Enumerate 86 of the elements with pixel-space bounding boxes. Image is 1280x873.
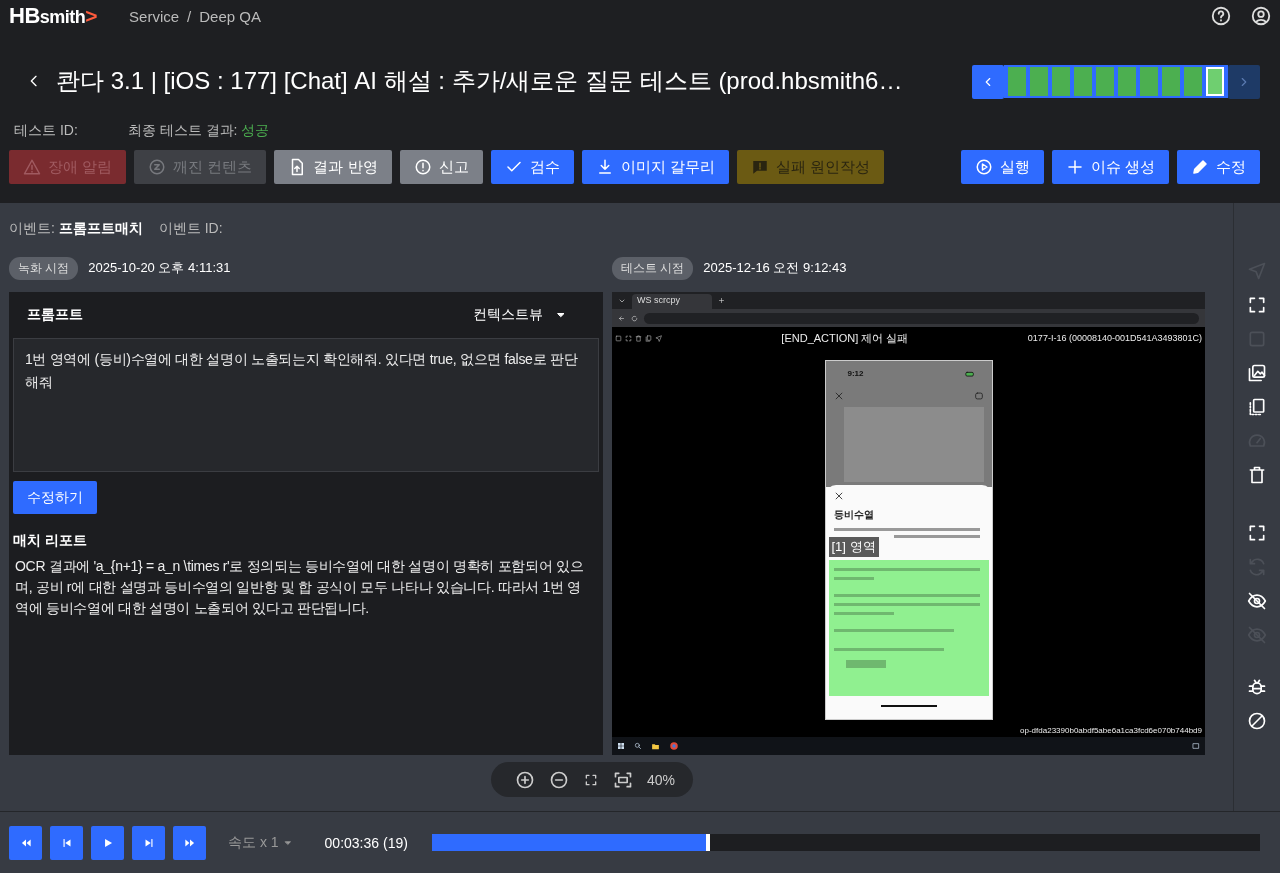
close-icon bbox=[833, 391, 844, 401]
step-marker[interactable] bbox=[1008, 66, 1026, 96]
report-text: OCR 결과에 'a_{n+1} = a_n \times r'로 정의되는 등비수열에 대한 설명이 명확히 포함되어 있으며, 공비 r에 대한 설명과 등비수열의 일반항 및 합 공식이 모두 나타나 있습니다. 따라서 1번 영역에 등비수열에 대한 설명이 노출되어 있다고 판단됩니다. bbox=[15, 557, 585, 618]
reload-icon bbox=[631, 314, 638, 322]
test-time: 2025-12-16 오전 9:12:43 bbox=[703, 259, 847, 277]
panel-title: 프롬프트 bbox=[27, 306, 84, 324]
browser-icon bbox=[669, 741, 679, 751]
test-time-badge: 테스트 시점 bbox=[612, 256, 694, 280]
action-button[interactable]: 신고 bbox=[399, 150, 483, 184]
fullscreen-icon[interactable] bbox=[1247, 523, 1267, 543]
logo[interactable]: HBsmith> bbox=[9, 3, 98, 29]
rewind-button[interactable] bbox=[9, 825, 42, 860]
copy-icon[interactable] bbox=[1247, 397, 1267, 417]
prompt-field[interactable]: 1번 영역에 (등비)수열에 대한 설명이 노출되는지 확인해줘. 있다면 true, 없으면 false로 판단해줘 bbox=[13, 338, 599, 472]
step-marker[interactable] bbox=[1206, 66, 1224, 96]
step-marker[interactable] bbox=[1162, 66, 1180, 96]
speed-dropdown[interactable]: 속도 x 1 bbox=[228, 833, 293, 852]
step-marker[interactable] bbox=[1118, 66, 1136, 96]
skip-forward-button[interactable] bbox=[132, 825, 165, 860]
new-tab-icon bbox=[718, 297, 725, 304]
edit-button[interactable]: 수정하기 bbox=[13, 481, 97, 514]
action-button[interactable]: 결과 반영 bbox=[274, 150, 392, 184]
action-button[interactable]: 수정 bbox=[1177, 150, 1260, 184]
play-button[interactable] bbox=[91, 825, 124, 860]
step-marker[interactable] bbox=[1096, 66, 1114, 96]
progress-handle[interactable] bbox=[705, 834, 710, 851]
send-icon bbox=[655, 334, 662, 342]
action-button[interactable]: 이미지 갈무리 bbox=[581, 150, 729, 184]
zoom-level: 40% bbox=[647, 771, 675, 788]
bug-icon[interactable] bbox=[1247, 677, 1267, 697]
breadcrumb-item[interactable]: Deep QA bbox=[199, 7, 261, 25]
event-label: 이벤트: 프롬프트매치 bbox=[9, 220, 143, 238]
image-stack-icon[interactable] bbox=[1247, 363, 1267, 383]
warning-icon bbox=[23, 158, 41, 176]
breadcrumb-separator: / bbox=[187, 7, 192, 25]
device-id: 0177-I-16 (00008140-001D541A3493801C) bbox=[1027, 333, 1202, 343]
browser-back-icon bbox=[618, 314, 625, 322]
folder-icon bbox=[651, 741, 660, 751]
action-button[interactable]: 실행 bbox=[960, 150, 1044, 184]
recorded-time: 2025-10-20 오후 4:11:31 bbox=[88, 259, 231, 277]
fullscreen-icon[interactable] bbox=[1247, 295, 1267, 315]
z-circle-icon bbox=[148, 158, 167, 176]
breadcrumb-item[interactable]: Service bbox=[129, 7, 180, 25]
event-id-label: 이벤트 ID: bbox=[158, 220, 223, 238]
play-circle-icon bbox=[974, 158, 993, 176]
comment-icon bbox=[750, 158, 769, 176]
account-icon bbox=[1250, 5, 1272, 27]
step-marker[interactable] bbox=[1184, 66, 1202, 96]
view-dropdown[interactable]: 컨텍스트뷰 bbox=[473, 306, 589, 324]
test-id-label: 테스트 ID: bbox=[14, 122, 78, 140]
operation-id: op-dfda23390b0abdf5abe6a1ca3fcd6e070b744bd9 bbox=[1020, 726, 1202, 735]
help-icon bbox=[1210, 5, 1232, 27]
search-icon bbox=[634, 742, 642, 750]
plus-icon bbox=[1065, 158, 1084, 176]
step-marker[interactable] bbox=[1052, 66, 1070, 96]
recorded-time-badge: 녹화 시점 bbox=[9, 256, 79, 280]
action-button[interactable]: 이슈 생성 bbox=[1051, 150, 1169, 184]
progress-track[interactable] bbox=[431, 834, 1260, 851]
zoom-out-icon bbox=[549, 769, 569, 790]
browser-tab[interactable]: WS scrcpy bbox=[632, 294, 712, 309]
fullscreen-icon bbox=[625, 334, 632, 342]
action-title: [END_ACTION] 제어 실패 bbox=[780, 330, 910, 346]
alert-circle-icon bbox=[413, 158, 432, 176]
fast-forward-button[interactable] bbox=[173, 825, 206, 860]
skip-back-button[interactable] bbox=[50, 825, 83, 860]
page-title: 콴다 3.1 | [iOS : 177] [Chat] AI 해설 : 추가/새로운 질문 테스트 (prod.hbsmith6… bbox=[56, 66, 904, 96]
status-time: 9:12 bbox=[847, 369, 864, 379]
action-button[interactable]: 검수 bbox=[490, 150, 574, 184]
step-marker[interactable] bbox=[1030, 66, 1048, 96]
region-label: [1] 영역 bbox=[828, 537, 879, 557]
pencil-icon bbox=[1191, 158, 1209, 176]
battery-icon bbox=[963, 369, 976, 379]
previous-step-button[interactable] bbox=[972, 64, 1004, 99]
report-title: 매치 리포트 bbox=[13, 532, 88, 550]
trash-icon[interactable] bbox=[1247, 465, 1267, 485]
copy-icon bbox=[645, 334, 652, 342]
trash-icon bbox=[635, 334, 642, 342]
sheet-title: 등비수열 bbox=[833, 508, 875, 522]
step-marker[interactable] bbox=[1140, 66, 1158, 96]
block-icon[interactable] bbox=[1247, 711, 1267, 731]
test-result-label: 최종 테스트 결과: 성공 bbox=[127, 122, 270, 140]
playback-time: 00:03:36 (19) bbox=[324, 834, 408, 851]
close-icon bbox=[833, 491, 844, 501]
zoom-in-icon bbox=[515, 769, 535, 790]
start-icon bbox=[617, 742, 625, 750]
step-marker[interactable] bbox=[1074, 66, 1092, 96]
